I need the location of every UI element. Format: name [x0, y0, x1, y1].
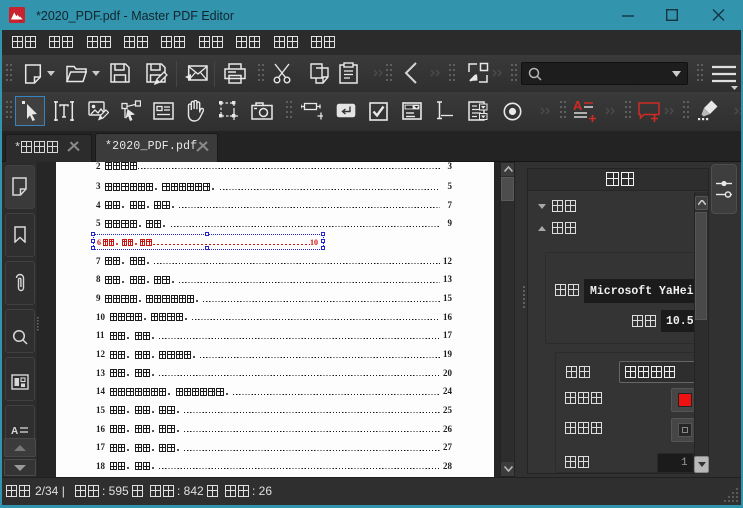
svg-text:A: A	[11, 426, 18, 437]
svg-text:A: A	[573, 99, 583, 113]
